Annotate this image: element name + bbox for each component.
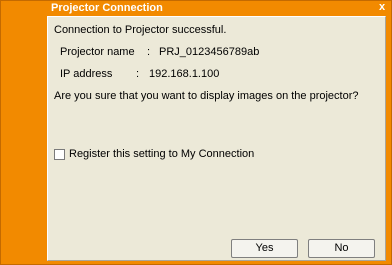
register-setting-checkbox[interactable] [54, 148, 65, 160]
success-message: Connection to Projector successful. [54, 24, 227, 36]
no-button[interactable]: No [308, 239, 375, 258]
ip-address-separator: : [136, 68, 140, 80]
ip-address-value: 192.168.1.100 [149, 68, 220, 80]
dialog-content: Connection to Projector successful. Proj… [47, 16, 386, 261]
projector-name-label: Projector name [60, 46, 135, 58]
close-icon[interactable]: x [375, 1, 389, 15]
ip-address-label: IP address [60, 68, 113, 80]
dialog-window: Projector Connection x Connection to Pro… [0, 0, 392, 265]
projector-name-value: PRJ_0123456789ab [159, 46, 260, 58]
title-bar[interactable]: Projector Connection x [1, 1, 391, 15]
yes-button[interactable]: Yes [231, 239, 298, 258]
register-setting-label: Register this setting to My Connection [69, 148, 255, 160]
dialog-title: Projector Connection [51, 2, 163, 14]
register-setting-row[interactable]: Register this setting to My Connection [54, 147, 254, 161]
projector-name-separator: : [147, 46, 151, 58]
confirm-question: Are you sure that you want to display im… [54, 90, 359, 102]
